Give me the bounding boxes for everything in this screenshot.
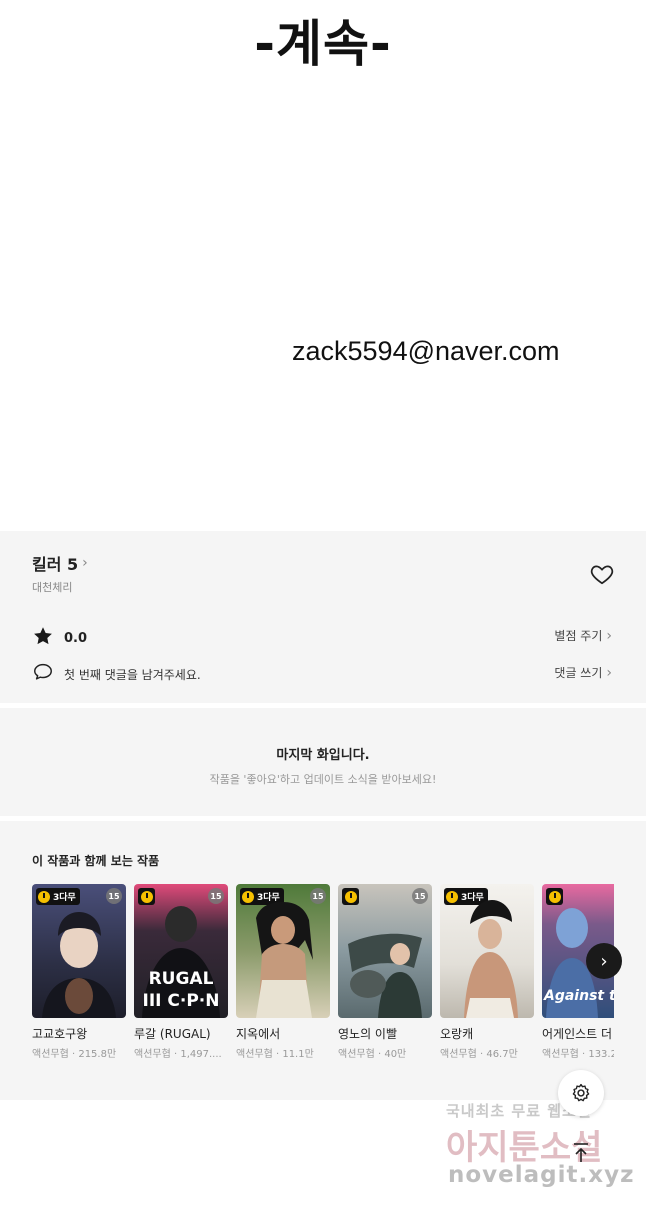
card-thumbnail: 3다무 — [440, 884, 534, 1018]
rating-value: 0.0 — [64, 630, 88, 646]
cover-text: Against the W — [544, 988, 614, 1004]
chevron-right-icon: › — [606, 627, 612, 644]
recommendation-card[interactable]: 3다무 15 지옥에서 액션무협 · 11.1만 — [236, 884, 330, 1060]
gear-icon[interactable] — [558, 1070, 604, 1116]
watermark-line3: novelagit.xyz — [448, 1162, 635, 1188]
recommendation-card[interactable]: 15 RUGAL III C·P·N 루갈 (RUGAL) 액션무협 · 1,4… — [134, 884, 228, 1060]
comment-row[interactable]: 첫 번째 댓글을 남겨주세요. — [32, 661, 201, 687]
continued-text: -계속- — [254, 15, 392, 73]
chevron-right-icon: › — [82, 555, 88, 571]
rating-row: 0.0 — [32, 625, 87, 651]
chevron-right-icon[interactable]: › — [586, 943, 622, 979]
recommendation-card[interactable]: 15 영노의 이빨 액션무협 · 40만 — [338, 884, 432, 1060]
chevron-right-icon: › — [606, 664, 612, 681]
last-episode-notice: 마지막 화입니다. 작품을 '좋아요'하고 업데이트 소식을 받아보세요! — [0, 708, 646, 816]
rate-button-label: 별점 주기 — [554, 629, 603, 643]
recommendation-card[interactable]: 3다무 오랑캐 액션무협 · 46.7만 — [440, 884, 534, 1060]
work-title-link[interactable]: 킬러 5 › — [32, 551, 88, 575]
card-thumbnail: 3다무 15 — [32, 884, 126, 1018]
recommendations-section: 이 작품과 함께 보는 작품 3다무 15 고교호구왕 액션무협 · 215.8… — [0, 821, 646, 1100]
work-author: 대천체리 — [32, 581, 73, 594]
write-comment-label: 댓글 쓰기 — [554, 666, 603, 680]
card-title: 오랑캐 — [440, 1027, 474, 1041]
heart-icon[interactable] — [589, 561, 615, 587]
card-title: 지옥에서 — [236, 1027, 281, 1041]
comic-panel: -계속- zack5594@naver.com — [0, 0, 646, 530]
author-email: zack5594@naver.com — [292, 336, 560, 366]
last-episode-heading: 마지막 화입니다. — [276, 748, 370, 763]
card-thumbnail: 3다무 15 — [236, 884, 330, 1018]
card-meta: 액션무협 · 133.2 — [542, 1049, 614, 1060]
watermark: 국내최초 무료 웹소설 아지툰소설 novelagit.xyz — [446, 1100, 633, 1200]
last-episode-subtext: 작품을 '좋아요'하고 업데이트 소식을 받아보세요! — [209, 773, 437, 786]
cover-text: RUGAL III C·P·N — [142, 969, 220, 1011]
card-title: 영노의 이빨 — [338, 1027, 398, 1041]
card-meta: 액션무협 · 11.1만 — [236, 1049, 314, 1060]
card-title: 어게인스트 더 드 — [542, 1027, 614, 1041]
comment-prompt: 첫 번째 댓글을 남겨주세요. — [64, 667, 201, 682]
speech-bubble-icon — [32, 661, 54, 687]
star-icon — [32, 625, 54, 651]
card-meta: 액션무협 · 215.8만 — [32, 1049, 117, 1060]
recommendations-heading: 이 작품과 함께 보는 작품 — [32, 854, 160, 868]
card-meta: 액션무협 · 40만 — [338, 1049, 407, 1060]
card-meta: 액션무협 · 46.7만 — [440, 1049, 518, 1060]
recommendations-list: 3다무 15 고교호구왕 액션무협 · 215.8만 15 RUGAL III … — [32, 884, 614, 1060]
work-title: 킬러 5 — [32, 555, 79, 574]
write-comment-button[interactable]: 댓글 쓰기 › — [554, 664, 612, 681]
card-title: 고교호구왕 — [32, 1027, 88, 1041]
card-thumbnail: 15 RUGAL III C·P·N — [134, 884, 228, 1018]
card-thumbnail: 15 — [338, 884, 432, 1018]
recommendation-card[interactable]: 3다무 15 고교호구왕 액션무협 · 215.8만 — [32, 884, 126, 1060]
card-title: 루갈 (RUGAL) — [134, 1027, 211, 1041]
work-info-panel: 킬러 5 › 대천체리 0.0 별점 주기 › 첫 번째 댓글을 남겨주세요. … — [0, 531, 646, 703]
card-meta: 액션무협 · 1,497.... — [134, 1049, 222, 1060]
arrow-up-icon[interactable] — [566, 1138, 596, 1168]
rate-button[interactable]: 별점 주기 › — [554, 627, 612, 644]
